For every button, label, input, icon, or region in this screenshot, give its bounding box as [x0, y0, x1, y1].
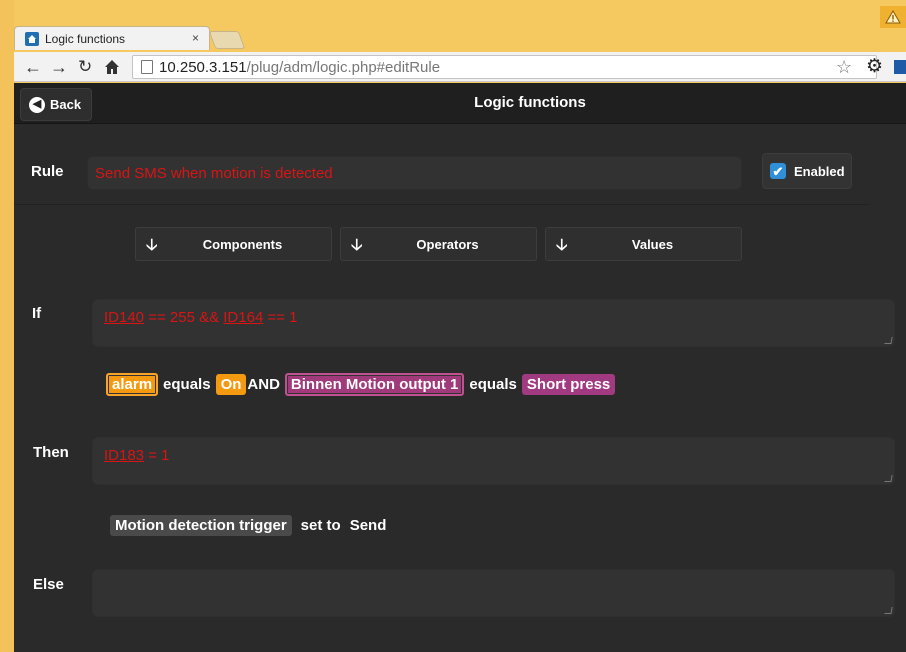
browser-toolbar: ← → ↻ 10.250.3.151/plug/adm/logic.php#ed… [14, 52, 906, 82]
gear-icon[interactable]: ⚙ [866, 55, 883, 78]
component-token[interactable]: Binnen Motion output 1 [284, 373, 465, 396]
code-id-ref: ID140 [104, 309, 145, 326]
forward-arrow-icon[interactable]: → [50, 56, 68, 78]
code-id-ref: ID183 [104, 447, 145, 464]
tab-close-icon[interactable]: × [192, 31, 199, 45]
page-title: Logic functions [474, 94, 586, 111]
if-condition-textarea[interactable]: ID140 == 255 && ID164 == 1 [92, 299, 895, 347]
value-text: Send [349, 517, 387, 534]
if-visual-expression: alarm equals On AND Binnen Motion output… [106, 373, 616, 396]
operator-text: equals [469, 376, 517, 393]
then-label: Then [33, 444, 69, 461]
arrow-down-icon: 🡣 [351, 237, 363, 254]
page-icon [141, 60, 153, 74]
arrow-down-icon: 🡣 [556, 237, 568, 254]
else-action-textarea[interactable] [92, 569, 895, 617]
component-token[interactable]: alarm [106, 373, 159, 396]
browser-tab[interactable]: Logic functions × [14, 26, 210, 50]
home-favicon-icon [25, 31, 39, 46]
address-bar[interactable]: 10.250.3.151/plug/adm/logic.php#editRule [132, 55, 877, 79]
then-action-textarea[interactable]: ID183 = 1 [92, 437, 895, 485]
tab-title: Logic functions [45, 31, 126, 46]
else-label: Else [33, 576, 64, 593]
resize-handle[interactable] [884, 337, 893, 344]
reload-icon[interactable]: ↻ [78, 56, 92, 78]
enabled-checkbox[interactable]: ✔ Enabled [762, 153, 852, 189]
components-dropdown-button[interactable]: 🡣 Components [135, 227, 332, 261]
divider [14, 204, 869, 205]
bookmark-star-icon[interactable]: ☆ [836, 57, 852, 78]
url-path: /plug/adm/logic.php#editRule [246, 58, 441, 76]
operator-text: equals [163, 376, 211, 393]
warning-icon[interactable] [880, 6, 906, 28]
value-token[interactable]: On [215, 374, 247, 395]
checkmark-icon: ✔ [770, 163, 786, 179]
browser-window: Logic functions × ← → ↻ 10.250.3.151/plu… [0, 0, 906, 652]
then-visual-expression: Motion detection trigger set to Send [110, 515, 386, 536]
values-dropdown-button[interactable]: 🡣 Values [545, 227, 742, 261]
code-id-ref: ID164 [223, 309, 264, 326]
rule-name-input[interactable]: Send SMS when motion is detected [87, 156, 742, 190]
components-label: Components [202, 236, 283, 252]
operator-text: set to [300, 517, 341, 534]
app-content: ◀ Back Logic functions Rule Send SMS whe… [14, 83, 906, 652]
code-text: = 1 [144, 447, 170, 464]
resize-handle[interactable] [884, 607, 893, 614]
back-arrow-icon[interactable]: ← [24, 56, 42, 78]
values-label: Values [631, 236, 674, 252]
arrow-down-icon: 🡣 [146, 237, 158, 254]
window-edge [0, 0, 14, 652]
url-host: 10.250.3.151 [159, 58, 247, 76]
operators-label: Operators [416, 236, 479, 252]
component-token[interactable]: Motion detection trigger [110, 515, 292, 536]
new-tab-button[interactable] [208, 31, 246, 49]
code-text: == 1 [263, 309, 298, 326]
if-label: If [32, 305, 42, 322]
value-token[interactable]: Short press [521, 374, 616, 395]
logic-operator-text: AND [247, 376, 280, 393]
app-header: ◀ Back Logic functions [14, 83, 906, 124]
code-text: == 255 && [144, 309, 224, 326]
extension-icon[interactable] [894, 60, 906, 74]
home-icon[interactable] [104, 56, 120, 80]
rule-label: Rule [31, 163, 64, 180]
operators-dropdown-button[interactable]: 🡣 Operators [340, 227, 537, 261]
enabled-label: Enabled [794, 163, 845, 179]
resize-handle[interactable] [884, 475, 893, 482]
